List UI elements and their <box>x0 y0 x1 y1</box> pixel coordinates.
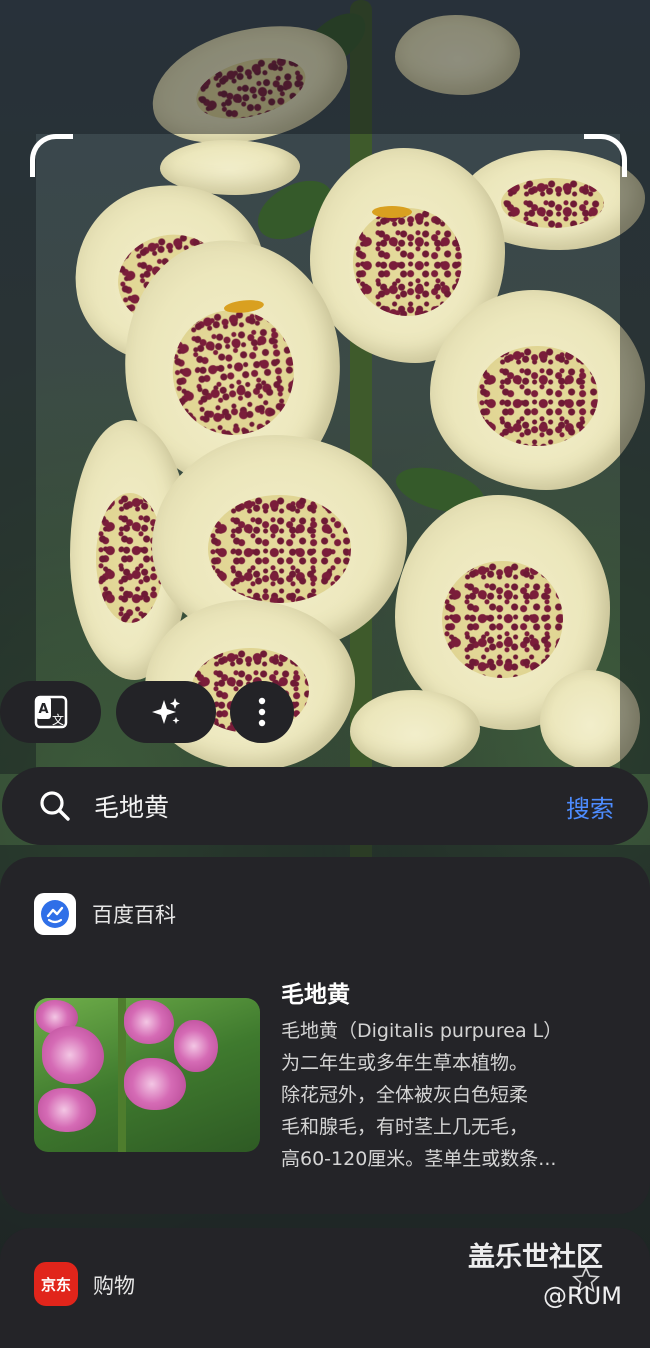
result-title[interactable]: 毛地黄 <box>281 975 350 1009</box>
translate-icon: A 文 <box>33 694 69 730</box>
dim-overlay <box>620 134 650 774</box>
svg-text:文: 文 <box>51 712 63 727</box>
source-label: 百度百科 <box>92 903 176 927</box>
more-options-button[interactable] <box>230 681 294 743</box>
description-line: 毛地黄（Digitalis purpurea L） <box>281 1020 563 1042</box>
baidu-baike-icon <box>34 893 76 935</box>
result-source: 百度百科 <box>34 893 176 935</box>
flower-bell <box>430 290 645 490</box>
more-vertical-icon <box>257 697 267 727</box>
flower-stem <box>350 0 372 900</box>
ai-assist-button[interactable] <box>116 681 216 743</box>
description-line: 为二年生或多年生草本植物。 <box>281 1052 529 1074</box>
result-card-baike[interactable]: 百度百科 毛地黄 毛地黄（Digitalis purpurea L） 为二年生或… <box>0 857 650 1214</box>
watermark-handle: @RUM <box>543 1282 622 1310</box>
description-line: 高60-120厘米。茎单生或数条... <box>281 1148 557 1170</box>
search-query[interactable]: 毛地黄 <box>94 788 566 824</box>
result-thumbnail[interactable] <box>34 998 260 1152</box>
description-line: 毛和腺毛，有时茎上几无毛， <box>281 1116 529 1138</box>
result-description: 毛地黄（Digitalis purpurea L） 为二年生或多年生草本植物。 … <box>281 1015 611 1175</box>
description-line: 除花冠外，全体被灰白色短柔 <box>281 1084 529 1106</box>
dim-overlay <box>0 0 650 134</box>
translate-button[interactable]: A 文 <box>0 681 101 743</box>
flower-bell <box>350 690 480 770</box>
search-bar[interactable]: 毛地黄 搜索 <box>2 767 648 845</box>
jd-logo-icon: 京东 <box>34 1262 78 1306</box>
shopping-label: 购物 <box>93 1274 135 1298</box>
svg-text:A: A <box>38 702 48 717</box>
search-button[interactable]: 搜索 <box>566 789 614 824</box>
sparkle-icon <box>149 695 183 729</box>
search-icon <box>38 789 72 823</box>
dim-overlay <box>0 134 36 774</box>
